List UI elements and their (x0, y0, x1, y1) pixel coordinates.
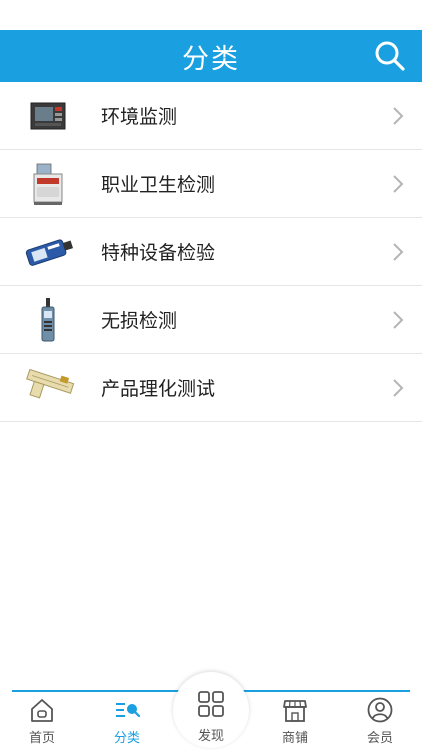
category-list-icon (116, 703, 141, 718)
user-icon (367, 697, 393, 723)
category-item-nondestructive[interactable]: 无损检测 (0, 286, 422, 354)
tab-member-label: 会员 (366, 731, 393, 746)
search-icon[interactable] (372, 38, 408, 74)
category-item-occupational-health[interactable]: 职业卫生检测 (0, 150, 422, 218)
tab-member[interactable]: 会员 (345, 692, 415, 750)
lab-instrument-icon (20, 160, 76, 208)
status-bar (0, 0, 422, 30)
chevron-right-icon (393, 243, 404, 261)
chevron-right-icon (393, 107, 404, 125)
grid-icon (198, 691, 224, 717)
category-label: 环境监测 (101, 106, 178, 128)
bottom-tab-bar: 首页 分类 发现 商铺 会员 (0, 672, 422, 750)
header-bar: 分类 (0, 30, 422, 82)
category-list: 环境监测 职业卫生检测 特种设备检验 无损检测 产品理化测试 (0, 82, 422, 422)
tab-shops-label: 商铺 (281, 731, 308, 746)
home-icon (31, 699, 53, 722)
category-label: 特种设备检验 (101, 242, 216, 264)
sound-meter-icon (20, 296, 76, 344)
tab-category[interactable]: 分类 (92, 692, 162, 750)
handheld-tester-icon (20, 228, 76, 276)
category-label: 无损检测 (101, 310, 178, 332)
chevron-right-icon (393, 311, 404, 329)
tab-home[interactable]: 首页 (7, 692, 77, 750)
page-title: 分类 (182, 43, 240, 75)
chevron-right-icon (393, 379, 404, 397)
chevron-right-icon (393, 175, 404, 193)
category-label: 职业卫生检测 (101, 174, 216, 196)
category-item-environment[interactable]: 环境监测 (0, 82, 422, 150)
measuring-tool-icon (20, 364, 76, 412)
tab-shops[interactable]: 商铺 (260, 692, 330, 750)
store-icon (283, 700, 307, 722)
tab-home-label: 首页 (28, 731, 55, 746)
tab-discover[interactable]: 发现 (173, 672, 249, 748)
category-item-physical-chemical[interactable]: 产品理化测试 (0, 354, 422, 422)
monitor-device-icon (20, 92, 76, 140)
category-item-special-equipment[interactable]: 特种设备检验 (0, 218, 422, 286)
tab-discover-label: 发现 (197, 729, 224, 744)
category-label: 产品理化测试 (101, 378, 216, 400)
tab-category-label: 分类 (113, 731, 140, 746)
